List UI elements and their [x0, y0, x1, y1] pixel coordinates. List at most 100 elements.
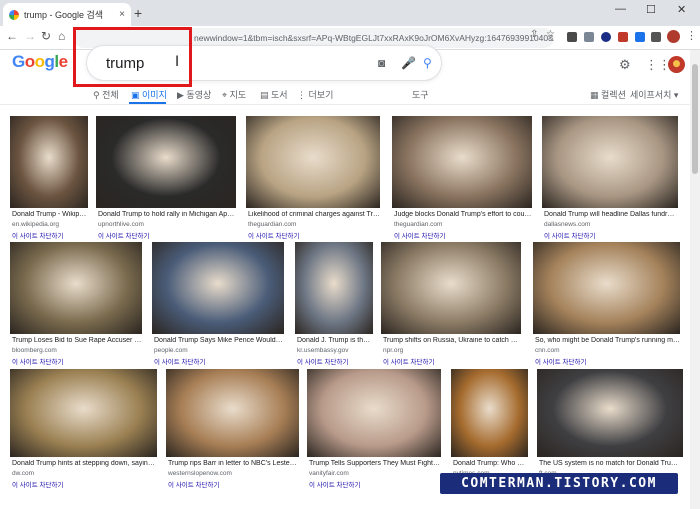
result-source: en.wikipedia.org: [12, 221, 59, 228]
result-thumbnail[interactable]: [542, 116, 678, 208]
extension-icon[interactable]: [567, 32, 577, 42]
block-site-link[interactable]: 이 사이트 차단하기: [297, 356, 348, 366]
result-thumbnail[interactable]: [96, 116, 236, 208]
result-source: kr.usembassy.gov: [297, 347, 349, 354]
maximize-button[interactable]: ☐: [646, 3, 656, 16]
new-tab-button[interactable]: +: [134, 5, 142, 21]
back-icon[interactable]: ←: [6, 29, 18, 43]
home-icon[interactable]: ⌂: [58, 29, 65, 43]
result-title[interactable]: Donald Trump Says Mike Pence Wouldn't B.…: [154, 337, 284, 344]
highlight-annotation-box: [73, 27, 192, 87]
search-icon[interactable]: ⚲: [423, 56, 432, 70]
account-avatar[interactable]: [668, 56, 685, 73]
block-site-link[interactable]: 이 사이트 차단하기: [12, 230, 63, 240]
puzzle-icon[interactable]: [651, 32, 661, 42]
image-result-card[interactable]: Trump Tells Supporters They Must Fight t…: [307, 369, 441, 493]
result-title[interactable]: Donald Trump will headline Dallas fundra…: [544, 211, 678, 218]
block-site-link[interactable]: 이 사이트 차단하기: [12, 479, 63, 489]
result-thumbnail[interactable]: [451, 369, 528, 457]
block-site-link[interactable]: 이 사이트 차단하기: [12, 356, 63, 366]
result-title[interactable]: Likelihood of criminal charges against T…: [248, 211, 380, 218]
result-title[interactable]: Trump rips Barr in letter to NBC's Leste…: [168, 460, 299, 467]
bookmark-star-icon[interactable]: ☆: [546, 29, 555, 40]
block-site-link[interactable]: 이 사이트 차단하기: [168, 479, 219, 489]
image-result-card[interactable]: Donald Trump hints at stepping down, say…: [10, 369, 157, 493]
collections-button[interactable]: ▦ 컬렉션: [590, 88, 626, 101]
watermark: COMTERMAN.TISTORY.COM: [440, 473, 678, 494]
extension-icon[interactable]: [618, 32, 628, 42]
profile-avatar-icon[interactable]: [667, 30, 680, 43]
result-thumbnail[interactable]: [307, 369, 441, 457]
block-site-link[interactable]: 이 사이트 차단하기: [154, 356, 205, 366]
result-thumbnail[interactable]: [10, 116, 88, 208]
result-title[interactable]: Donald Trump - Wikipe...: [12, 211, 88, 218]
result-thumbnail[interactable]: [166, 369, 299, 457]
browser-tab[interactable]: trump - Google 검색 ×: [3, 3, 131, 26]
result-thumbnail[interactable]: [10, 242, 142, 334]
result-thumbnail[interactable]: [537, 369, 683, 457]
image-result-card[interactable]: Donald Trump - Wikipe... en.wikipedia.org…: [10, 116, 88, 244]
block-site-link[interactable]: 이 사이트 차단하기: [248, 230, 299, 240]
tools-button[interactable]: 도구: [412, 88, 429, 101]
result-source: npr.org: [383, 347, 404, 354]
image-result-card[interactable]: Donald Trump to hold rally in Michigan A…: [96, 116, 236, 244]
result-title[interactable]: Donald Trump hints at stepping down, say…: [12, 460, 157, 467]
block-site-link[interactable]: 이 사이트 차단하기: [309, 479, 360, 489]
image-result-card[interactable]: Donald Trump Says Mike Pence Wouldn't B.…: [152, 242, 284, 370]
tab-close-icon[interactable]: ×: [119, 9, 125, 20]
result-source: vanityfair.com: [309, 470, 349, 477]
block-site-link[interactable]: 이 사이트 차단하기: [544, 230, 595, 240]
result-title[interactable]: Trump Loses Bid to Sue Rape Accuser in D…: [12, 337, 142, 344]
image-result-card[interactable]: Judge blocks Donald Trump's effort to co…: [392, 116, 532, 244]
tab-books[interactable]: ▤ 도서: [260, 88, 288, 101]
block-site-link[interactable]: 이 사이트 차단하기: [98, 230, 149, 240]
image-result-card[interactable]: Donald Trump will headline Dallas fundra…: [542, 116, 678, 244]
image-result-card[interactable]: Donald J. Trump is the ... kr.usembassy.g…: [295, 242, 373, 370]
block-site-link[interactable]: 이 사이트 차단하기: [535, 356, 586, 366]
result-title[interactable]: Donald Trump: Who He...: [453, 460, 528, 467]
extension-icon[interactable]: [635, 32, 645, 42]
settings-gear-icon[interactable]: ⚙: [619, 57, 631, 73]
image-result-card[interactable]: Trump Loses Bid to Sue Rape Accuser in D…: [10, 242, 142, 370]
result-thumbnail[interactable]: [10, 369, 157, 457]
image-result-card[interactable]: Likelihood of criminal charges against T…: [246, 116, 380, 244]
menu-kebab-icon[interactable]: ⋮: [686, 29, 697, 42]
block-site-link[interactable]: 이 사이트 차단하기: [394, 230, 445, 240]
safesearch-button[interactable]: 세이프서치 ▾: [630, 88, 678, 101]
tab-maps[interactable]: ⌖ 지도: [222, 88, 246, 101]
result-thumbnail[interactable]: [246, 116, 380, 208]
reload-icon[interactable]: ↻: [41, 29, 51, 43]
result-thumbnail[interactable]: [295, 242, 373, 334]
close-window-button[interactable]: ✕: [677, 3, 686, 16]
result-thumbnail[interactable]: [381, 242, 521, 334]
result-title[interactable]: Judge blocks Donald Trump's effort to co…: [394, 211, 532, 218]
result-thumbnail[interactable]: [392, 116, 532, 208]
result-title[interactable]: So, who might be Donald Trump's running …: [535, 337, 680, 344]
result-thumbnail[interactable]: [533, 242, 680, 334]
result-title[interactable]: The US system is no match for Donald Tru…: [539, 460, 683, 467]
result-title[interactable]: Donald J. Trump is the ...: [297, 337, 373, 344]
camera-icon[interactable]: ◙: [378, 56, 385, 70]
image-result-card[interactable]: So, who might be Donald Trump's running …: [533, 242, 680, 370]
divider: [0, 104, 690, 105]
tab-more[interactable]: ⋮ 더보기: [297, 88, 333, 101]
result-title[interactable]: Trump Tells Supporters They Must Fight t…: [309, 460, 441, 467]
share-icon[interactable]: ⇪: [530, 29, 538, 40]
extension-icon[interactable]: [584, 32, 594, 42]
scrollbar-thumb[interactable]: [692, 64, 698, 174]
image-result-card[interactable]: Trump shifts on Russia, Ukraine to catch…: [381, 242, 521, 370]
microphone-icon[interactable]: 🎤: [401, 56, 416, 70]
result-title[interactable]: Trump shifts on Russia, Ukraine to catch…: [383, 337, 521, 344]
google-logo[interactable]: Google: [12, 52, 68, 72]
tab-videos[interactable]: ▶ 동영상: [177, 88, 211, 101]
extension-icon[interactable]: [601, 32, 611, 42]
result-thumbnail[interactable]: [152, 242, 284, 334]
tab-images[interactable]: ▣ 이미지: [131, 88, 167, 101]
result-source: theguardian.com: [394, 221, 443, 228]
tab-all[interactable]: ⚲ 전체: [93, 88, 119, 101]
result-title[interactable]: Donald Trump to hold rally in Michigan A…: [98, 211, 236, 218]
block-site-link[interactable]: 이 사이트 차단하기: [383, 356, 434, 366]
minimize-button[interactable]: —: [615, 3, 626, 15]
image-result-card[interactable]: Trump rips Barr in letter to NBC's Leste…: [166, 369, 299, 493]
forward-icon[interactable]: →: [24, 29, 36, 43]
